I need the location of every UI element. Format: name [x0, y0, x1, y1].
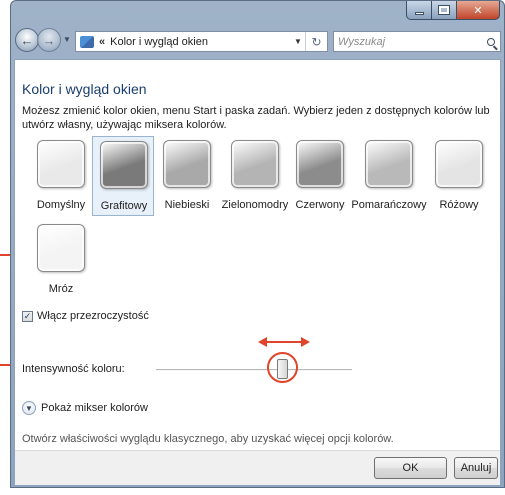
dialog-footer: OK Anuluj: [15, 450, 500, 485]
navigation-bar: ← → ▼ « Kolor i wygląd okien ▼ ↻ Wyszuka…: [11, 25, 504, 57]
transparency-label[interactable]: Włącz przezroczystość: [37, 310, 149, 322]
caption-buttons: ✕: [406, 1, 500, 20]
cancel-button[interactable]: Anuluj: [454, 457, 498, 479]
search-input[interactable]: Wyszukaj: [334, 36, 482, 48]
ok-button[interactable]: OK: [374, 457, 447, 479]
swatch-color-tile[interactable]: [37, 140, 85, 188]
swatch-3[interactable]: Niebieski: [156, 136, 218, 216]
classic-appearance-link[interactable]: Otwórz właściwości wyglądu klasycznego, …: [22, 433, 394, 445]
swatch-6[interactable]: Pomarańczowy: [351, 136, 427, 216]
swatch-label[interactable]: Mróz: [20, 283, 102, 295]
window: ✕ ← → ▼ « Kolor i wygląd okien ▼ ↻ Wyszu…: [10, 0, 505, 488]
close-icon: ✕: [473, 4, 483, 17]
swatch-color-tile[interactable]: [231, 140, 279, 188]
transparency-option[interactable]: ✓ Włącz przezroczystość: [22, 310, 149, 322]
swatch-color-tile[interactable]: [100, 141, 148, 189]
search-box[interactable]: Wyszukaj: [333, 31, 501, 52]
swatch-5[interactable]: Czerwony: [289, 136, 351, 216]
color-mixer-expander[interactable]: ▼ Pokaż mikser kolorów: [22, 401, 148, 415]
swatch-color-tile[interactable]: [435, 140, 483, 188]
swatch-color-tile[interactable]: [365, 140, 413, 188]
forward-arrow-icon: →: [42, 32, 56, 48]
address-dropdown-icon[interactable]: ▼: [291, 37, 305, 46]
swatch-color-tile[interactable]: [37, 224, 85, 272]
minimize-icon: [414, 11, 424, 15]
close-button[interactable]: ✕: [457, 1, 500, 20]
intensity-slider-track[interactable]: [156, 369, 352, 371]
forward-button[interactable]: →: [37, 28, 61, 52]
maximize-button[interactable]: [432, 1, 457, 20]
color-mixer-label[interactable]: Pokaż mikser kolorów: [41, 402, 148, 414]
content-pane: Kolor i wygląd okien Możesz zmienić kolo…: [14, 59, 501, 485]
swatch-8[interactable]: Mróz: [30, 220, 92, 300]
search-icon[interactable]: [482, 32, 500, 51]
swatch-color-tile[interactable]: [296, 140, 344, 188]
back-button[interactable]: ←: [15, 28, 39, 52]
transparency-checkbox[interactable]: ✓: [22, 310, 33, 322]
intensity-label: Intensywność koloru:: [22, 363, 125, 375]
refresh-icon: ↻: [311, 34, 322, 49]
swatch-2[interactable]: Grafitowy: [92, 136, 154, 216]
annotation-circle: [267, 352, 298, 383]
swatch-4[interactable]: Zielonomodry: [222, 136, 288, 216]
address-bar[interactable]: « Kolor i wygląd okien ▼ ↻: [75, 31, 328, 52]
page-title: Kolor i wygląd okien: [22, 81, 147, 97]
minimize-button[interactable]: [406, 1, 432, 20]
control-panel-icon: [80, 35, 94, 48]
address-text[interactable]: Kolor i wygląd okien: [110, 36, 291, 48]
page-description: Możesz zmienić kolor okien, menu Start i…: [22, 105, 490, 131]
swatch-color-tile[interactable]: [163, 140, 211, 188]
swatch-label[interactable]: Różowy: [418, 199, 500, 211]
back-arrow-icon: ←: [20, 32, 34, 48]
swatch-7[interactable]: Różowy: [428, 136, 490, 216]
chevron-down-icon[interactable]: ▼: [22, 401, 36, 415]
recent-pages-dropdown[interactable]: ▼: [63, 35, 71, 44]
breadcrumb-chevron[interactable]: «: [99, 36, 105, 48]
refresh-button[interactable]: ↻: [305, 32, 327, 51]
annotation-double-arrow: [258, 337, 310, 347]
maximize-icon: [438, 5, 450, 15]
